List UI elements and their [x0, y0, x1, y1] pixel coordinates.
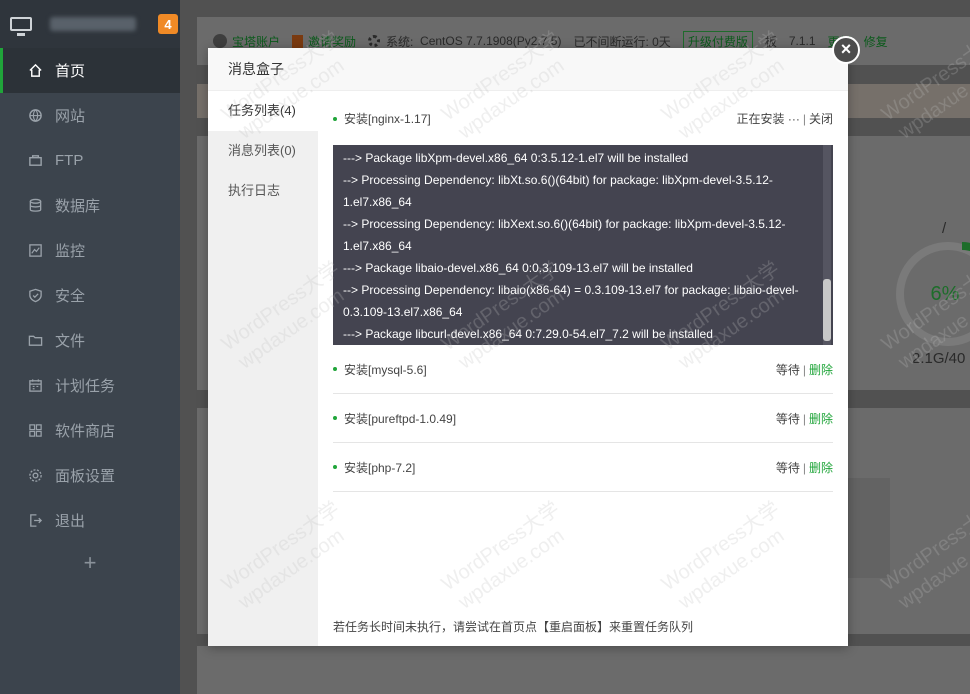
log-line: 1.el7.x86_64 — [343, 195, 412, 209]
sidebar-item-label: 首页 — [55, 63, 86, 80]
log-line: --> Processing Dependency: libaio(x86-64… — [343, 283, 799, 297]
task-name: 安装[mysql-5.6] — [344, 362, 427, 377]
sidebar-item-label: 退出 — [55, 513, 86, 530]
disk-size: 2.1G/40 — [912, 350, 966, 367]
account-link[interactable]: 宝塔账户 — [213, 33, 280, 50]
home-icon — [28, 63, 43, 78]
bottom-card — [197, 646, 970, 694]
logout-icon — [28, 513, 43, 528]
sidebar-item-label: 网站 — [55, 108, 86, 125]
sidebar-item-label: 计划任务 — [55, 378, 116, 395]
sidebar-item-7[interactable]: 计划任务 — [0, 363, 180, 408]
calendar-icon — [28, 378, 43, 393]
invite-link[interactable]: 邀请奖励 — [292, 33, 356, 50]
version: 7.1.1 — [788, 34, 816, 48]
task-item: 安装[mysql-5.6] 等待 | 删除 — [333, 345, 833, 394]
sidebar-nav: 首页网站 FTP 数据库监控安全文件计划任务软件商店面板设置退出 — [0, 48, 180, 543]
task-item: 安装[php-7.2] 等待 | 删除 — [333, 443, 833, 492]
sidebar-item-label: 安全 — [55, 288, 86, 305]
grid-icon — [28, 423, 43, 438]
status-dot-icon — [333, 416, 337, 420]
monitor-icon — [28, 243, 43, 258]
close-modal-button[interactable]: × — [832, 36, 860, 64]
task-status: 正在安装 ··· — [736, 112, 800, 126]
repair-link[interactable]: 修复 — [864, 33, 888, 50]
sidebar-item-6[interactable]: 文件 — [0, 318, 180, 363]
task-list: 安装[nginx-1.17] 正在安装 ··· | 关闭 ---> Package … — [333, 91, 833, 646]
status-dot-icon — [333, 465, 337, 469]
tab-task-list[interactable]: 任务列表(4) — [208, 91, 318, 131]
ftp-icon — [28, 153, 43, 168]
disk-path: / — [942, 220, 947, 237]
task-status: 等待 — [775, 460, 800, 475]
sidebar-item-0[interactable]: 首页 — [0, 48, 180, 93]
status-dot-icon — [333, 116, 337, 121]
task-status: 等待 — [775, 362, 800, 377]
task-status: 等待 — [775, 411, 800, 426]
sidebar-item-label: 软件商店 — [55, 423, 116, 440]
sidebar: 4 首页网站 FTP 数据库监控安全文件计划任务软件商店面板设置退出 + — [0, 0, 180, 694]
sidebar-item-10[interactable]: 退出 — [0, 498, 180, 543]
log-line: ---> Package libaio-devel.x86_64 0:0.3.1… — [343, 261, 693, 275]
system-info: 系统: CentOS 7.7.1908(Py2.7.5) — [368, 33, 561, 50]
sidebar-item-4[interactable]: 监控 — [0, 228, 180, 273]
log-line: ---> Package libcurl-devel.x86_64 0:7.29… — [343, 327, 713, 341]
log-line: --> Processing Dependency: libXext.so.6(… — [343, 217, 786, 231]
log-line: ---> Package libXpm-devel.x86_64 0:3.5.1… — [343, 151, 689, 165]
task-item: 安装[pureftpd-1.0.49] 等待 | 删除 — [333, 394, 833, 443]
system-gear-icon — [368, 35, 381, 47]
modal-tip: 若任务长时间未执行，请尝试在首页点【重启面板】来重置任务队列 — [333, 620, 694, 634]
message-box-modal: 消息盒子 任务列表(4) 消息列表(0) 执行日志 安装[nginx-1.17]… — [208, 48, 848, 646]
tab-message-list[interactable]: 消息列表(0) — [208, 131, 318, 171]
tab-execution-log[interactable]: 执行日志 — [208, 171, 318, 211]
gear-icon — [28, 468, 43, 483]
sidebar-item-label: 数据库 — [55, 198, 101, 215]
sidebar-item-5[interactable]: 安全 — [0, 273, 180, 318]
log-scrollbar-thumb[interactable] — [823, 279, 831, 341]
modal-title: 消息盒子 — [208, 48, 848, 91]
delete-task-link[interactable]: 删除 — [809, 412, 833, 426]
sidebar-item-label: FTP — [55, 152, 84, 169]
sidebar-header: 4 — [0, 0, 180, 48]
sidebar-item-3[interactable]: 数据库 — [0, 183, 180, 228]
log-line: 1.el7.x86_64 — [343, 239, 412, 253]
uptime: 已不间断运行: 0天 — [573, 34, 671, 49]
delete-task-link[interactable]: 删除 — [809, 363, 833, 377]
task-item: 安装[nginx-1.17] 正在安装 ··· | 关闭 — [333, 110, 833, 148]
task-name: 安装[php-7.2] — [344, 460, 416, 475]
add-button[interactable]: + — [0, 543, 180, 583]
gift-icon — [292, 34, 304, 48]
install-log[interactable]: ---> Package libXpm-devel.x86_64 0:3.5.1… — [333, 145, 833, 345]
server-name-blurred — [50, 17, 136, 31]
user-icon — [213, 34, 227, 48]
globe-icon — [28, 108, 43, 123]
database-icon — [28, 198, 43, 213]
folder-icon — [28, 333, 43, 348]
status-dot-icon — [333, 367, 337, 371]
sidebar-item-1[interactable]: 网站 — [0, 93, 180, 138]
sidebar-item-label: 监控 — [55, 243, 86, 260]
close-task-link[interactable]: 关闭 — [809, 112, 833, 126]
delete-task-link[interactable]: 删除 — [809, 461, 833, 475]
task-name: 安装[nginx-1.17] — [344, 112, 431, 126]
sidebar-item-9[interactable]: 面板设置 — [0, 453, 180, 498]
panel-label: 板 — [764, 34, 777, 49]
disk-percent: 6% — [930, 283, 960, 305]
sidebar-item-8[interactable]: 软件商店 — [0, 408, 180, 453]
modal-tabs: 任务列表(4) 消息列表(0) 执行日志 — [208, 91, 318, 646]
notification-badge[interactable]: 4 — [158, 14, 178, 34]
task-name: 安装[pureftpd-1.0.49] — [344, 411, 457, 426]
shield-icon — [28, 288, 43, 303]
log-line: --> Processing Dependency: libXt.so.6()(… — [343, 173, 773, 187]
sidebar-item-label: 面板设置 — [55, 468, 116, 485]
sidebar-item-label: 文件 — [55, 333, 86, 350]
log-line: 0.3.109-13.el7.x86_64 — [343, 305, 463, 319]
sidebar-item-2[interactable]: FTP — [0, 138, 180, 183]
monitor-icon — [10, 17, 32, 36]
